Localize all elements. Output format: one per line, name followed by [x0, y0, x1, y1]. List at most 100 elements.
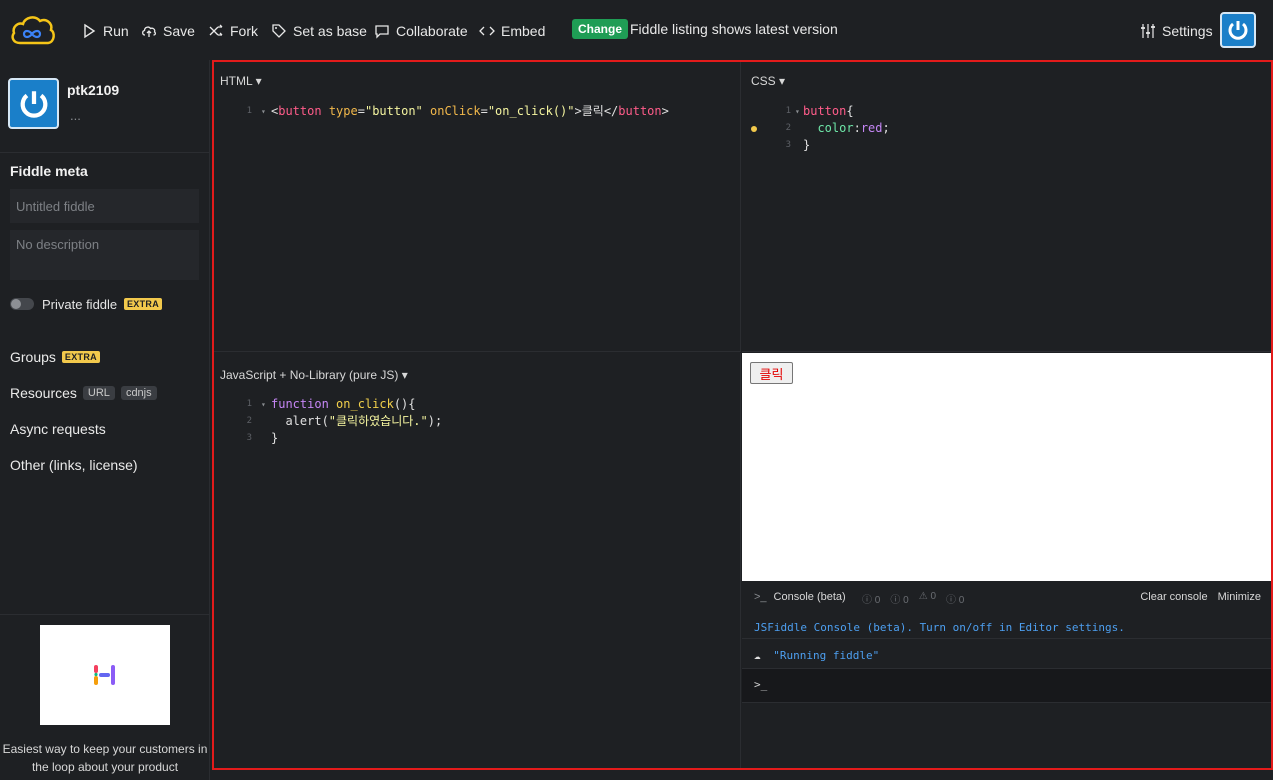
- avatar[interactable]: [8, 78, 59, 129]
- code-text: }: [271, 431, 279, 445]
- line-number: 2: [785, 123, 791, 133]
- collaborate-label: Collaborate: [396, 23, 468, 39]
- change-status-text: Fiddle listing shows latest version: [630, 21, 838, 37]
- info-count: ⓘ 0: [862, 595, 881, 606]
- editor-area: HTML ▾ 1 ▾ <button type="button" onClick="…: [212, 60, 1273, 770]
- user-subtitle: ...: [70, 108, 81, 123]
- log-count: ⓘ 0: [890, 595, 909, 606]
- power-icon: [1228, 21, 1248, 40]
- console-counters: ⓘ 0 ⓘ 0 ⚠ 0 ⓘ 0: [862, 591, 964, 606]
- js-panel-label[interactable]: JavaScript + No-Library (pure JS) ▾: [220, 368, 408, 382]
- warning-count: ⚠ 0: [918, 591, 936, 602]
- fiddle-title-field[interactable]: [10, 189, 199, 223]
- collaborate-button[interactable]: Collaborate: [374, 20, 468, 42]
- minimize-console-button[interactable]: Minimize: [1218, 591, 1261, 603]
- fork-button[interactable]: Fork: [208, 20, 258, 42]
- sidebar-item-async-requests[interactable]: Async requests: [10, 421, 106, 437]
- fold-arrow-icon[interactable]: ▾: [261, 396, 266, 413]
- code-text: function on_click(){: [271, 397, 416, 411]
- html-label: HTML: [220, 74, 253, 88]
- dropdown-caret-icon: ▾: [252, 74, 262, 88]
- extra-badge: EXTRA: [124, 298, 163, 310]
- result-panel: 클릭: [742, 353, 1271, 581]
- console-info-line: JSFiddle Console (beta). Turn on/off in …: [742, 617, 1271, 639]
- clear-console-button[interactable]: Clear console: [1140, 591, 1207, 603]
- save-button[interactable]: Save: [141, 20, 195, 42]
- async-label: Async requests: [10, 421, 106, 437]
- play-icon: [84, 23, 96, 39]
- result-click-button[interactable]: 클릭: [750, 362, 793, 384]
- set-as-base-label: Set as base: [293, 23, 367, 39]
- run-label: Run: [103, 23, 129, 39]
- terminal-icon: >_: [754, 591, 767, 603]
- console-title-text: Console (beta): [773, 591, 846, 603]
- cdnjs-tag[interactable]: cdnjs: [120, 386, 157, 400]
- sponsor-ad-text[interactable]: Easiest way to keep your customers in th…: [0, 740, 210, 776]
- line-number: 1: [246, 399, 252, 409]
- dropdown-caret-icon: ▾: [398, 368, 408, 382]
- console-panel: >_ Console (beta) ⓘ 0 ⓘ 0 ⚠ 0 ⓘ 0 Clear …: [742, 581, 1271, 768]
- line-number: 1: [246, 106, 252, 116]
- change-badge[interactable]: Change: [572, 19, 629, 39]
- console-input[interactable]: >_: [742, 669, 1271, 703]
- js-panel[interactable]: JavaScript + No-Library (pure JS) ▾ 1 ▾ fu…: [214, 353, 741, 768]
- fiddle-meta-heading: Fiddle meta: [10, 163, 88, 179]
- dropdown-caret-icon: ▾: [775, 74, 786, 88]
- html-panel[interactable]: HTML ▾ 1 ▾ <button type="button" onClick="…: [214, 62, 741, 352]
- fold-arrow-icon[interactable]: ▾: [795, 103, 800, 120]
- console-log-text: "Running fiddle": [773, 649, 880, 662]
- url-tag[interactable]: URL: [82, 386, 115, 400]
- other-label: Other (links, license): [10, 457, 138, 473]
- js-label: JavaScript + No-Library (pure JS): [220, 368, 399, 382]
- code-text: color:red;: [817, 121, 890, 135]
- css-panel[interactable]: CSS ▾ 1 ▾ button{2 color:red; 3}: [742, 62, 1271, 352]
- resources-label: Resources: [10, 385, 77, 401]
- tag-icon: [272, 24, 286, 38]
- fiddle-description-field[interactable]: [10, 230, 199, 280]
- set-as-base-button[interactable]: Set as base: [271, 20, 367, 42]
- settings-label: Settings: [1162, 23, 1213, 39]
- embed-label: Embed: [501, 23, 546, 39]
- cloud-icon: ☁: [754, 649, 761, 662]
- groups-label: Groups: [10, 349, 56, 365]
- line-number: 1: [785, 106, 791, 116]
- sidebar-item-resources[interactable]: Resources URL cdnjs: [10, 385, 157, 401]
- jsfiddle-logo-icon[interactable]: [10, 13, 56, 47]
- code-brackets-icon: [479, 26, 495, 36]
- console-log-line: ☁ "Running fiddle": [742, 643, 1271, 669]
- sponsor-ad[interactable]: [40, 625, 170, 725]
- private-fiddle-toggle[interactable]: [10, 298, 34, 310]
- top-toolbar: Run Save Fork Set as base Collaborate Em…: [0, 0, 1273, 60]
- console-title: >_ Console (beta): [754, 591, 846, 603]
- sidebar: ptk2109 ... Fiddle meta Private fiddle E…: [0, 60, 210, 780]
- shuffle-icon: [209, 24, 223, 36]
- run-button[interactable]: Run: [81, 20, 129, 42]
- line-number: 3: [246, 433, 252, 443]
- html-panel-label[interactable]: HTML ▾: [220, 74, 262, 88]
- settings-button[interactable]: Settings: [1140, 20, 1213, 42]
- extra-badge: EXTRA: [61, 351, 100, 363]
- error-count: ⓘ 0: [946, 595, 965, 606]
- chat-bubble-icon: [375, 25, 389, 39]
- line-number: 2: [246, 416, 252, 426]
- code-text: button{: [803, 104, 854, 118]
- code-text: alert("클릭하였습니다.");: [271, 414, 443, 428]
- code-text: <button type="button" onClick="on_click(…: [271, 104, 669, 118]
- fork-label: Fork: [230, 23, 258, 39]
- private-fiddle-label: Private fiddle: [42, 297, 118, 312]
- css-panel-label[interactable]: CSS ▾: [751, 74, 785, 88]
- username[interactable]: ptk2109: [67, 82, 119, 98]
- sidebar-item-other[interactable]: Other (links, license): [10, 457, 138, 473]
- line-number: 3: [785, 140, 791, 150]
- warning-dot-icon: [751, 126, 757, 132]
- user-avatar-menu[interactable]: [1220, 12, 1256, 48]
- divider: [0, 152, 210, 153]
- sidebar-item-groups[interactable]: Groups EXTRA: [10, 349, 100, 365]
- fold-arrow-icon[interactable]: ▾: [261, 103, 266, 120]
- sponsor-logo-icon: [94, 665, 115, 685]
- sliders-icon: [1141, 24, 1155, 38]
- save-label: Save: [163, 23, 195, 39]
- cloud-upload-icon: [142, 26, 157, 37]
- embed-button[interactable]: Embed: [479, 20, 545, 42]
- divider: [0, 614, 210, 615]
